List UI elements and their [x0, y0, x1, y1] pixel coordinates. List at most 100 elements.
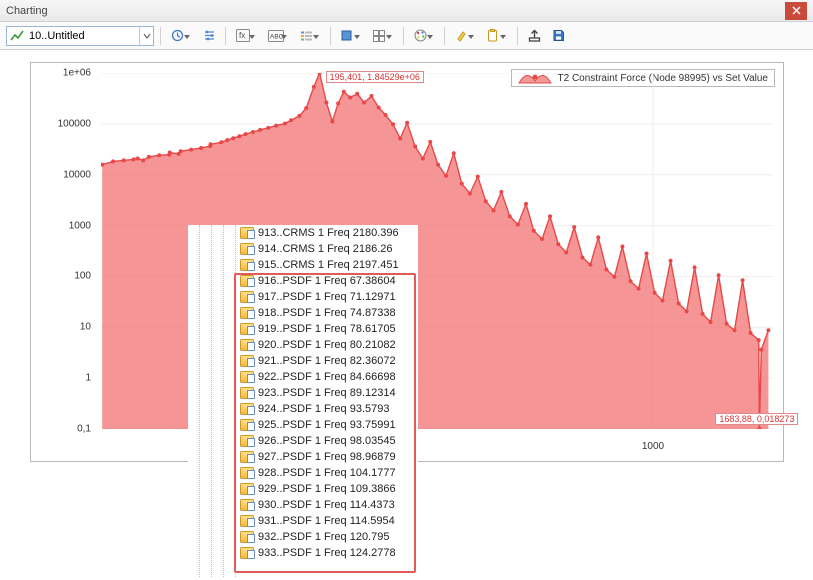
window-title: Charting: [6, 5, 48, 17]
dataset-label: 916..PSDF 1 Freq 67.38604: [258, 275, 396, 287]
highlighter-icon: [455, 29, 467, 42]
palette-button[interactable]: [410, 26, 438, 46]
dataset-list-item[interactable]: 917..PSDF 1 Freq 71.12971: [238, 289, 418, 305]
dataset-label: 932..PSDF 1 Freq 120.795: [258, 531, 389, 543]
save-button[interactable]: [548, 26, 568, 46]
dataset-icon: [240, 435, 254, 447]
grid-icon: [373, 30, 385, 42]
fill-color-button[interactable]: [337, 26, 365, 46]
chart-annotation-tail: 1683,88, 0,018273: [715, 413, 798, 425]
dataset-label: 933..PSDF 1 Freq 124.2778: [258, 547, 396, 559]
dataset-list-item[interactable]: 929..PSDF 1 Freq 109.3866: [238, 481, 418, 497]
dataset-label: 925..PSDF 1 Freq 93.75991: [258, 419, 396, 431]
dataset-icon: [240, 547, 254, 559]
dataset-icon: [240, 515, 254, 527]
label-button[interactable]: ABC: [264, 26, 292, 46]
y-axis-ticks: 1e+061000001000010001001010,1: [37, 73, 95, 429]
fx-button[interactable]: fx: [232, 26, 260, 46]
dataset-list-item[interactable]: 925..PSDF 1 Freq 93.75991: [238, 417, 418, 433]
options-button[interactable]: [199, 26, 219, 46]
dataset-label: 930..PSDF 1 Freq 114.4373: [258, 499, 395, 511]
dataset-list-item[interactable]: 924..PSDF 1 Freq 93.5793: [238, 401, 418, 417]
dataset-icon: [240, 355, 254, 367]
dataset-list-item[interactable]: 914..CRMS 1 Freq 2186.26: [238, 241, 418, 257]
dataset-label: 914..CRMS 1 Freq 2186.26: [258, 243, 393, 255]
toolbar-separator: [517, 27, 518, 45]
dataset-list-item[interactable]: 928..PSDF 1 Freq 104.1777: [238, 465, 418, 481]
dataset-icon: [240, 323, 254, 335]
chart-select-input[interactable]: [27, 27, 139, 45]
history-button[interactable]: [167, 26, 195, 46]
dataset-overlay-panel: 913..CRMS 1 Freq 2180.396 914..CRMS 1 Fre…: [188, 225, 418, 577]
chart-select-dropdown[interactable]: [139, 27, 153, 45]
dataset-list-item[interactable]: 931..PSDF 1 Freq 114.5954: [238, 513, 418, 529]
dataset-icon: [240, 307, 254, 319]
dataset-list-item[interactable]: 913..CRMS 1 Freq 2180.396: [238, 225, 418, 241]
y-tick-label: 1000: [69, 220, 91, 231]
dataset-label: 920..PSDF 1 Freq 80.21082: [258, 339, 396, 351]
dataset-icon: [240, 483, 254, 495]
dataset-icon: [240, 451, 254, 463]
fill-icon: [341, 30, 352, 41]
titlebar: Charting: [0, 0, 813, 22]
dataset-list-item[interactable]: 920..PSDF 1 Freq 80.21082: [238, 337, 418, 353]
y-tick-label: 10000: [63, 169, 91, 180]
dataset-list-item[interactable]: 923..PSDF 1 Freq 89.12314: [238, 385, 418, 401]
dataset-icon: [240, 259, 254, 271]
dataset-icon: [240, 227, 254, 239]
dataset-label: 917..PSDF 1 Freq 71.12971: [258, 291, 396, 303]
toolbar-separator: [160, 27, 161, 45]
clipboard-button[interactable]: [483, 26, 511, 46]
x-tick-label: 1000: [642, 441, 664, 452]
svg-text:fx: fx: [239, 31, 245, 40]
dataset-icon: [240, 499, 254, 511]
dataset-list-item[interactable]: 930..PSDF 1 Freq 114.4373: [238, 497, 418, 513]
dataset-label: 921..PSDF 1 Freq 82.36072: [258, 355, 396, 367]
charting-window: Charting fx ABC: [0, 0, 813, 580]
dataset-icon: [240, 419, 254, 431]
dataset-label: 915..CRMS 1 Freq 2197.451: [258, 259, 399, 271]
dataset-icon: [240, 339, 254, 351]
legend-button[interactable]: [296, 26, 324, 46]
dataset-label: 923..PSDF 1 Freq 89.12314: [258, 387, 396, 399]
dataset-list-item[interactable]: 933..PSDF 1 Freq 124.2778: [238, 545, 418, 561]
dataset-label: 922..PSDF 1 Freq 84.66698: [258, 371, 396, 383]
marker-button[interactable]: [451, 26, 479, 46]
export-button[interactable]: [524, 26, 544, 46]
dataset-list-item[interactable]: 926..PSDF 1 Freq 98.03545: [238, 433, 418, 449]
clock-icon: [171, 29, 184, 42]
dataset-icon: [240, 467, 254, 479]
toolbar-separator: [444, 27, 445, 45]
chart-line-icon: [9, 28, 25, 44]
y-tick-label: 1e+06: [63, 68, 91, 79]
close-icon: [792, 6, 801, 15]
dataset-list-item[interactable]: 927..PSDF 1 Freq 98.96879: [238, 449, 418, 465]
dataset-list-item[interactable]: 918..PSDF 1 Freq 74.87338: [238, 305, 418, 321]
toolbar-separator: [403, 27, 404, 45]
tree-gutter: [188, 225, 236, 577]
y-tick-label: 0,1: [77, 424, 91, 435]
dataset-list-item[interactable]: 932..PSDF 1 Freq 120.795: [238, 529, 418, 545]
svg-text:ABC: ABC: [270, 33, 284, 40]
close-button[interactable]: [785, 2, 807, 20]
dataset-label: 929..PSDF 1 Freq 109.3866: [258, 483, 396, 495]
fx-icon: fx: [236, 29, 250, 42]
chart-select-combo[interactable]: [6, 26, 154, 46]
dataset-label: 919..PSDF 1 Freq 78.61705: [258, 323, 396, 335]
dataset-list-item[interactable]: 919..PSDF 1 Freq 78.61705: [238, 321, 418, 337]
grid-style-button[interactable]: [369, 26, 397, 46]
dataset-list-item[interactable]: 916..PSDF 1 Freq 67.38604: [238, 273, 418, 289]
dataset-label: 931..PSDF 1 Freq 114.5954: [258, 515, 395, 527]
palette-icon: [414, 29, 427, 42]
save-icon: [552, 29, 565, 42]
toolbar-separator: [330, 27, 331, 45]
dataset-label: 926..PSDF 1 Freq 98.03545: [258, 435, 396, 447]
y-tick-label: 10: [80, 322, 91, 333]
dataset-list-item[interactable]: 915..CRMS 1 Freq 2197.451: [238, 257, 418, 273]
dataset-list-item[interactable]: 921..PSDF 1 Freq 82.36072: [238, 353, 418, 369]
dataset-label: 913..CRMS 1 Freq 2180.396: [258, 227, 399, 239]
y-tick-label: 1: [85, 373, 91, 384]
dataset-icon: [240, 403, 254, 415]
dataset-list[interactable]: 913..CRMS 1 Freq 2180.396 914..CRMS 1 Fre…: [238, 225, 418, 561]
dataset-list-item[interactable]: 922..PSDF 1 Freq 84.66698: [238, 369, 418, 385]
